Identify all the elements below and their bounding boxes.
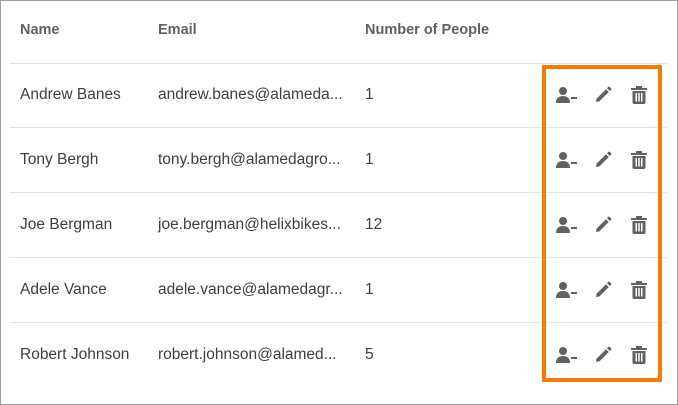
edit-icon[interactable] <box>592 280 614 300</box>
table-body: Andrew Banes andrew.banes@alameda... 1 T… <box>10 63 668 387</box>
column-header-email[interactable]: Email <box>158 22 197 38</box>
edit-icon[interactable] <box>592 215 614 235</box>
edit-icon[interactable] <box>592 150 614 170</box>
remove-person-icon[interactable] <box>556 215 578 235</box>
delete-icon[interactable] <box>628 215 650 235</box>
remove-person-icon[interactable] <box>556 280 578 300</box>
edit-icon[interactable] <box>592 85 614 105</box>
cell-number-of-people: 1 <box>365 86 374 103</box>
cell-name: Adele Vance <box>20 281 107 298</box>
cell-name: Robert Johnson <box>20 346 130 363</box>
cell-email: andrew.banes@alameda... <box>158 86 343 103</box>
table-row: Andrew Banes andrew.banes@alameda... 1 <box>10 63 668 128</box>
cell-name: Tony Bergh <box>20 151 99 168</box>
people-table-panel: Name Email Number of People Andrew Banes… <box>0 0 678 405</box>
edit-icon[interactable] <box>592 345 614 365</box>
cell-email: adele.vance@alamedagr... <box>158 281 343 298</box>
remove-person-icon[interactable] <box>556 345 578 365</box>
remove-person-icon[interactable] <box>556 85 578 105</box>
cell-email: tony.bergh@alamedagro... <box>158 151 341 168</box>
cell-number-of-people: 12 <box>365 216 383 233</box>
row-actions <box>556 150 650 170</box>
row-actions <box>556 215 650 235</box>
table-row: Tony Bergh tony.bergh@alamedagro... 1 <box>10 128 668 193</box>
cell-email: joe.bergman@helixbikes... <box>158 216 341 233</box>
row-actions <box>556 85 650 105</box>
row-actions <box>556 280 650 300</box>
delete-icon[interactable] <box>628 345 650 365</box>
table-row: Adele Vance adele.vance@alamedagr... 1 <box>10 258 668 323</box>
table-row: Robert Johnson robert.johnson@alamed... … <box>10 323 668 387</box>
remove-person-icon[interactable] <box>556 150 578 170</box>
cell-number-of-people: 1 <box>365 281 374 298</box>
column-header-number-of-people[interactable]: Number of People <box>365 22 489 38</box>
delete-icon[interactable] <box>628 280 650 300</box>
delete-icon[interactable] <box>628 150 650 170</box>
table-row: Joe Bergman joe.bergman@helixbikes... 12 <box>10 193 668 258</box>
table-header: Name Email Number of People <box>10 1 668 64</box>
cell-name: Andrew Banes <box>20 86 121 103</box>
delete-icon[interactable] <box>628 85 650 105</box>
cell-number-of-people: 5 <box>365 346 374 363</box>
column-header-name[interactable]: Name <box>20 22 60 38</box>
row-actions <box>556 345 650 365</box>
cell-name: Joe Bergman <box>20 216 113 233</box>
cell-number-of-people: 1 <box>365 151 374 168</box>
cell-email: robert.johnson@alamed... <box>158 346 337 363</box>
